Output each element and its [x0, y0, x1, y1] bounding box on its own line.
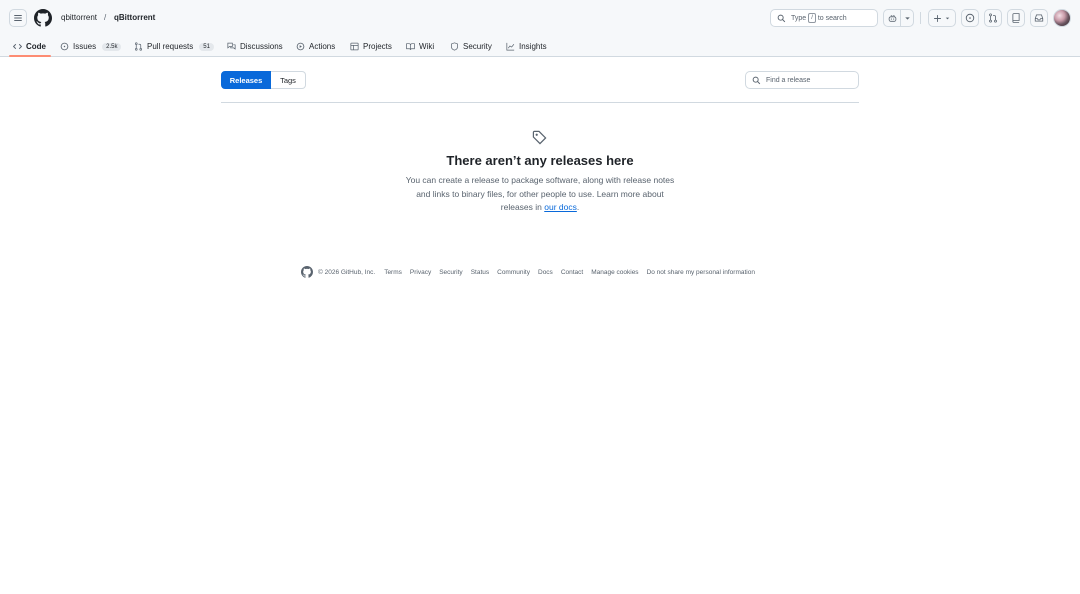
top-bar: qbittorrent / qBittorrent Type / to sear… — [0, 0, 1080, 36]
copilot-menu-button[interactable] — [901, 10, 913, 26]
owner-link[interactable]: qbittorrent — [61, 13, 97, 22]
copilot-icon — [888, 14, 896, 22]
avatar[interactable] — [1053, 9, 1071, 27]
global-header: qbittorrent / qBittorrent Type / to sear… — [0, 0, 1080, 57]
search-text-after: to search — [817, 14, 847, 22]
blankslate-title: There aren’t any releases here — [446, 153, 634, 168]
path-separator: / — [104, 13, 107, 22]
tab-code-label: Code — [26, 42, 46, 51]
footer-link-community[interactable]: Community — [497, 269, 530, 276]
issue-opened-icon — [60, 42, 69, 51]
footer-link-terms[interactable]: Terms — [384, 269, 402, 276]
tab-actions[interactable]: Actions — [296, 36, 335, 57]
pull-requests-count-badge: 51 — [199, 42, 214, 51]
search-input[interactable]: Type / to search — [770, 9, 878, 27]
tab-pull-requests[interactable]: Pull requests 51 — [134, 36, 214, 57]
tab-wiki-label: Wiki — [419, 42, 435, 51]
repo-nav: Code Issues 2.5k Pull requests 51 Discus… — [0, 36, 1080, 57]
plus-icon — [934, 14, 941, 22]
graph-icon — [506, 42, 515, 51]
git-pull-request-icon — [134, 42, 143, 51]
triangle-down-icon — [904, 16, 910, 20]
copilot-button[interactable] — [884, 10, 901, 26]
your-issues-button[interactable] — [961, 9, 979, 27]
book-icon — [406, 43, 415, 50]
find-release-placeholder: Find a release — [766, 76, 811, 84]
search-text-before: Type — [791, 14, 807, 22]
issue-opened-icon — [965, 13, 975, 23]
table-icon — [350, 42, 359, 51]
hamburger-icon — [14, 15, 22, 21]
footer: © 2026 GitHub, Inc. Terms Privacy Securi… — [301, 266, 763, 278]
search-icon — [777, 14, 786, 22]
play-icon — [296, 42, 305, 51]
tab-discussions[interactable]: Discussions — [227, 36, 283, 57]
github-logo-icon[interactable] — [301, 266, 313, 278]
github-logo-icon[interactable] — [34, 9, 52, 27]
blankslate-text: You can create a release to package soft… — [405, 175, 675, 212]
copilot-button-group — [883, 9, 914, 27]
releases-subnav: Releases Tags — [221, 71, 306, 89]
content-divider — [221, 102, 859, 103]
your-repositories-button[interactable] — [1007, 9, 1025, 27]
triangle-down-icon — [945, 17, 950, 19]
search-shortcut-key: / — [808, 13, 816, 23]
tab-code[interactable]: Code — [13, 36, 46, 57]
tab-discussions-label: Discussions — [240, 42, 283, 51]
blankslate-description: You can create a release to package soft… — [400, 174, 680, 215]
tab-wiki[interactable]: Wiki — [406, 36, 434, 57]
tab-insights-label: Insights — [519, 42, 547, 51]
tab-releases[interactable]: Releases — [221, 71, 271, 89]
create-new-button[interactable] — [928, 9, 956, 27]
tab-issues-label: Issues — [73, 42, 97, 51]
tab-pull-requests-label: Pull requests — [147, 42, 194, 51]
tab-actions-label: Actions — [309, 42, 336, 51]
footer-link-security[interactable]: Security — [439, 269, 462, 276]
tab-security[interactable]: Security — [450, 36, 492, 57]
tab-projects-label: Projects — [363, 42, 392, 51]
inbox-icon — [1034, 14, 1044, 22]
footer-link-status[interactable]: Status — [471, 269, 489, 276]
open-menu-button[interactable] — [9, 9, 27, 27]
tab-tags[interactable]: Tags — [271, 71, 306, 89]
find-release-input[interactable]: Find a release — [745, 71, 859, 89]
tab-security-label: Security — [463, 42, 492, 51]
code-icon — [13, 43, 22, 50]
header-divider — [920, 12, 921, 24]
shield-icon — [451, 42, 458, 51]
issues-count-badge: 2.5k — [102, 42, 122, 51]
notifications-button[interactable] — [1030, 9, 1048, 27]
your-pull-requests-button[interactable] — [984, 9, 1002, 27]
repo-icon — [1012, 13, 1020, 23]
footer-copyright: © 2026 GitHub, Inc. — [318, 268, 376, 276]
active-tab-underline — [9, 55, 51, 57]
footer-link-docs[interactable]: Docs — [538, 269, 553, 276]
repo-link[interactable]: qBittorrent — [114, 13, 155, 22]
tab-insights[interactable]: Insights — [506, 36, 547, 57]
footer-link-privacy[interactable]: Privacy — [410, 269, 431, 276]
git-pull-request-icon — [989, 13, 997, 23]
blankslate-text-end: . — [576, 202, 580, 212]
tab-issues[interactable]: Issues 2.5k — [60, 36, 122, 57]
footer-link-manage-cookies[interactable]: Manage cookies — [591, 269, 638, 276]
tag-icon — [532, 130, 547, 145]
search-icon — [752, 76, 761, 84]
our-docs-link[interactable]: our docs — [544, 202, 577, 212]
tab-projects[interactable]: Projects — [350, 36, 392, 57]
footer-link-do-not-share[interactable]: Do not share my personal information — [647, 269, 755, 276]
footer-link-contact[interactable]: Contact — [561, 269, 583, 276]
comment-discussion-icon — [227, 42, 236, 50]
